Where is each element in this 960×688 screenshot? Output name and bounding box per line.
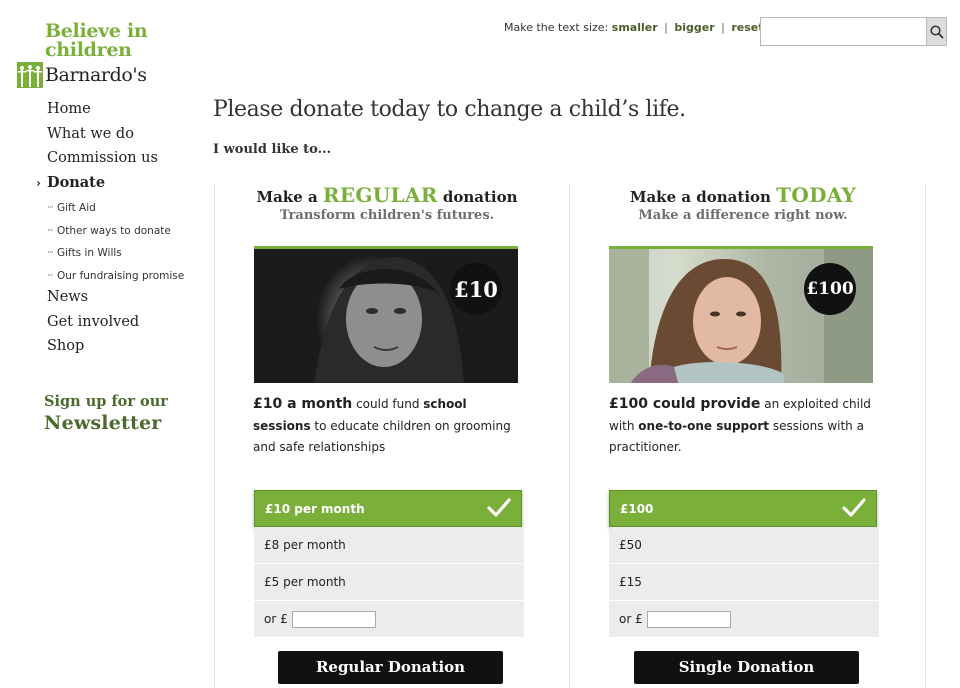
regular-option[interactable]: £5 per month bbox=[254, 564, 524, 601]
dots-icon: ··· bbox=[47, 248, 54, 258]
logo-wordmark: Barnardo's bbox=[45, 64, 147, 86]
text-smaller-link[interactable]: smaller bbox=[612, 21, 658, 34]
single-desc-bold: one-to-one support bbox=[638, 418, 770, 433]
single-heading: Make a donation TODAY bbox=[578, 183, 908, 209]
option-label: £8 per month bbox=[264, 538, 346, 552]
nav-item-donate-label: Donate bbox=[47, 173, 106, 191]
single-amount-options: £100 £50 £15 or £ bbox=[609, 490, 879, 638]
magnifier-icon bbox=[929, 24, 944, 39]
barnardos-logo[interactable]: Believe in children Barnardo's bbox=[17, 22, 167, 88]
text-size-controls: Make the text size: smaller | bigger | r… bbox=[504, 21, 764, 34]
nav-subitem-gifts-in-wills[interactable]: ··· Gifts in Wills bbox=[47, 243, 197, 266]
newsletter-signup-link[interactable]: Sign up for our Newsletter bbox=[44, 392, 168, 434]
nav-item-news[interactable]: News bbox=[47, 288, 197, 313]
single-option[interactable]: £50 bbox=[609, 527, 879, 564]
nav-item-shop[interactable]: Shop bbox=[47, 337, 197, 362]
option-label: £15 bbox=[619, 575, 642, 589]
single-donation-button[interactable]: Single Donation bbox=[634, 651, 859, 684]
regular-donation-panel: Make a REGULAR donation Transform childr… bbox=[222, 183, 552, 684]
regular-desc-lead: £10 a month bbox=[253, 396, 353, 412]
column-divider bbox=[569, 185, 570, 688]
regular-donation-photo: £10 bbox=[254, 246, 518, 383]
newsletter-line2: Newsletter bbox=[44, 412, 162, 434]
search-box bbox=[760, 17, 947, 46]
single-option[interactable]: £15 bbox=[609, 564, 879, 601]
single-donation-panel: Make a donation TODAY Make a difference … bbox=[578, 183, 908, 684]
nav-subitem-label: Other ways to donate bbox=[57, 224, 171, 237]
barnardos-figures-icon bbox=[17, 62, 43, 88]
text-reset-link[interactable]: reset bbox=[731, 21, 763, 34]
regular-heading-highlight: REGULAR bbox=[322, 183, 438, 207]
single-tagline: Make a difference right now. bbox=[638, 208, 848, 223]
checkmark-icon bbox=[487, 498, 511, 517]
regular-other-amount-row: or £ bbox=[254, 601, 524, 638]
regular-donation-button[interactable]: Regular Donation bbox=[278, 651, 503, 684]
nav-item-get-involved[interactable]: Get involved bbox=[47, 313, 197, 338]
amount-badge: £10 bbox=[450, 263, 502, 315]
dots-icon: ··· bbox=[47, 225, 54, 236]
regular-heading: Make a REGULAR donation bbox=[222, 183, 552, 209]
single-other-amount-row: or £ bbox=[609, 601, 879, 638]
single-description: £100 could provide an exploited child wi… bbox=[609, 394, 879, 459]
newsletter-line1: Sign up for our bbox=[44, 393, 168, 410]
single-other-amount-input[interactable] bbox=[646, 610, 731, 628]
single-donation-photo: £100 bbox=[609, 246, 873, 383]
nav-subitem-gift-aid[interactable]: ··· Gift Aid bbox=[47, 198, 197, 221]
other-amount-label: or £ bbox=[619, 612, 643, 626]
nav-subitem-other-ways[interactable]: ··· Other ways to donate bbox=[47, 221, 197, 244]
regular-heading-pre: Make a bbox=[256, 188, 323, 206]
regular-other-amount-input[interactable] bbox=[291, 610, 376, 628]
page-subtitle: I would like to... bbox=[213, 142, 332, 157]
nav-subitem-label: Gift Aid bbox=[57, 202, 96, 214]
other-amount-label: or £ bbox=[264, 612, 288, 626]
regular-amount-options: £10 per month £8 per month £5 per month … bbox=[254, 490, 524, 638]
dots-icon: ··· bbox=[47, 203, 54, 213]
option-label: £10 per month bbox=[265, 501, 365, 516]
chevron-right-icon: › bbox=[36, 175, 41, 190]
left-navigation: Home What we do Commission us › Donate ·… bbox=[36, 100, 197, 362]
nav-subitem-fundraising-promise[interactable]: ··· Our fundraising promise bbox=[47, 266, 197, 289]
search-input[interactable] bbox=[761, 18, 926, 45]
nav-item-donate[interactable]: › Donate bbox=[36, 173, 197, 199]
option-label: £50 bbox=[619, 538, 642, 552]
separator: | bbox=[721, 21, 725, 34]
checkmark-icon bbox=[842, 498, 866, 517]
nav-item-home[interactable]: Home bbox=[47, 100, 197, 125]
dots-icon: ··· bbox=[47, 270, 54, 281]
nav-item-what-we-do[interactable]: What we do bbox=[47, 125, 197, 150]
text-size-label: Make the text size: bbox=[504, 21, 609, 34]
single-heading-highlight: TODAY bbox=[776, 183, 857, 207]
regular-description: £10 a month could fund school sessions t… bbox=[253, 394, 523, 459]
nav-item-commission-us[interactable]: Commission us bbox=[47, 149, 197, 174]
nav-subitem-label: Our fundraising promise bbox=[57, 269, 185, 282]
search-button[interactable] bbox=[926, 18, 946, 45]
option-label: £5 per month bbox=[264, 575, 346, 589]
single-desc-lead: £100 could provide bbox=[609, 396, 761, 412]
column-divider bbox=[214, 185, 215, 688]
page-title: Please donate today to change a child’s … bbox=[213, 97, 686, 122]
regular-option[interactable]: £8 per month bbox=[254, 527, 524, 564]
logo-tagline-line2: children bbox=[45, 39, 132, 61]
option-label: £100 bbox=[620, 501, 654, 516]
column-divider bbox=[925, 185, 926, 688]
regular-tagline: Transform children's futures. bbox=[279, 208, 495, 223]
regular-option-selected[interactable]: £10 per month bbox=[254, 490, 522, 527]
nav-subitem-label: Gifts in Wills bbox=[57, 247, 122, 259]
regular-desc-text: could fund bbox=[352, 397, 424, 411]
separator: | bbox=[664, 21, 668, 34]
amount-badge: £100 bbox=[804, 263, 856, 315]
regular-heading-post: donation bbox=[437, 188, 518, 206]
single-heading-pre: Make a donation bbox=[629, 188, 777, 206]
single-option-selected[interactable]: £100 bbox=[609, 490, 877, 527]
text-bigger-link[interactable]: bigger bbox=[674, 21, 714, 34]
